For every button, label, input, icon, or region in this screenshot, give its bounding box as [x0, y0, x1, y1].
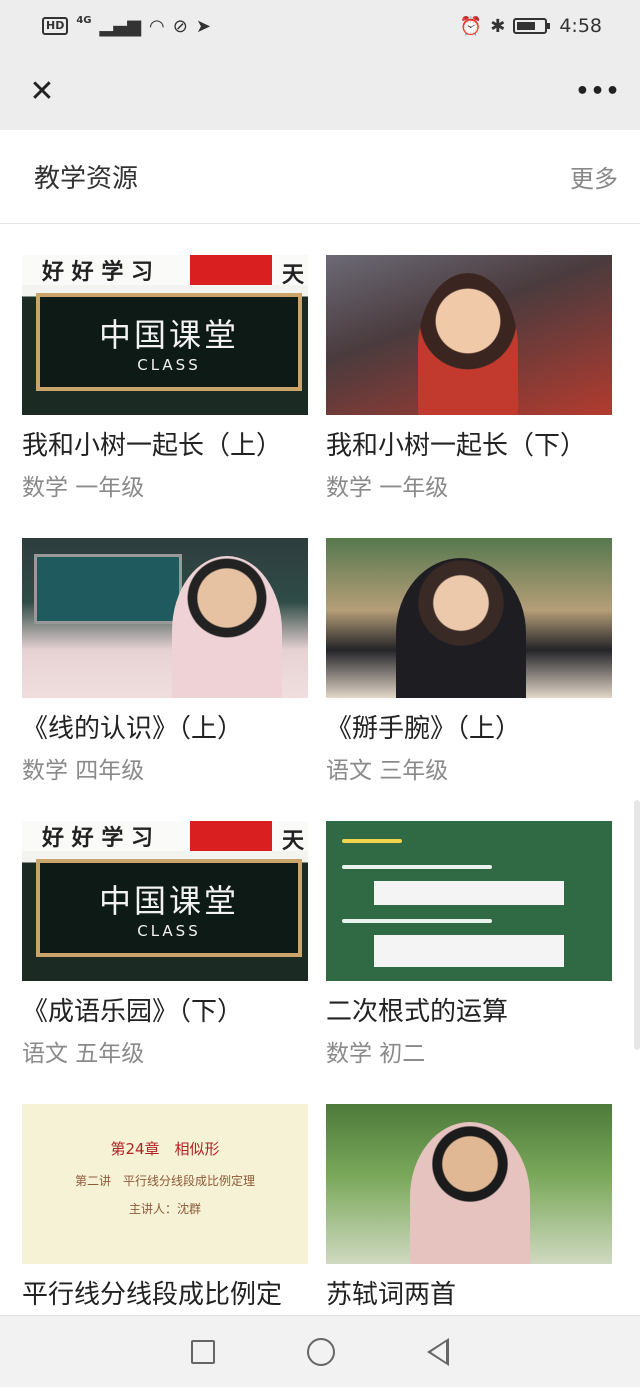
board-text-en: CLASS	[137, 356, 201, 374]
card-subtitle: 数学 一年级	[326, 475, 449, 501]
status-right: ⏰ ✱ 4:58	[460, 15, 602, 37]
card-title[interactable]: 《线的认识》（上）	[22, 712, 308, 746]
home-icon[interactable]	[307, 1337, 335, 1366]
flag-image	[190, 821, 272, 851]
board-image	[34, 554, 182, 624]
close-icon[interactable]: ✕	[22, 71, 62, 111]
card-subtitle: 数学 一年级	[22, 475, 145, 501]
video-thumbnail[interactable]: 好 好 学 习 天 中国课堂 CLASS	[22, 255, 308, 415]
card-subtitle: 语文 五年级	[22, 1041, 145, 1067]
card-title[interactable]: 二次根式的运算	[326, 995, 612, 1029]
thumb-board: 中国课堂 CLASS	[36, 859, 302, 957]
teacher-image	[172, 556, 282, 698]
section-title: 教学资源	[34, 164, 139, 194]
video-thumbnail[interactable]: 第24章 相似形 第二讲 平行线分线段成比例定理 主讲人：沈群	[22, 1104, 308, 1264]
status-left: HD 4G ▂▄▆ ◠ ⊘ ➤	[42, 14, 211, 37]
math-line	[342, 919, 492, 923]
video-thumbnail[interactable]	[326, 1104, 612, 1264]
teacher-image	[410, 1122, 530, 1264]
board-text: 中国课堂	[98, 882, 239, 920]
card-subtitle: 数学 四年级	[22, 758, 145, 784]
math-line	[342, 839, 402, 843]
hd-badge: HD	[42, 17, 69, 35]
resource-grid: 好 好 学 习 天 中国课堂 CLASS 我和小树一起长（上） 数学 一年级 我…	[22, 255, 612, 1387]
video-thumbnail[interactable]: 好 好 学 习 天 中国课堂 CLASS	[22, 821, 308, 981]
video-thumbnail[interactable]	[326, 821, 612, 981]
thumb-banner-tail: 天	[281, 263, 304, 288]
flag-image	[190, 255, 272, 285]
network-type: 4G	[76, 14, 92, 26]
resource-card[interactable]: 好 好 学 习 天 中国课堂 CLASS 我和小树一起长（上） 数学 一年级	[22, 255, 308, 538]
slide-speaker: 主讲人：沈群	[128, 1202, 201, 1216]
card-title[interactable]: 我和小树一起长（上）	[22, 429, 308, 463]
back-icon[interactable]	[427, 1337, 449, 1366]
card-title[interactable]: 《成语乐园》（下）	[22, 995, 308, 1029]
teacher-image	[418, 273, 518, 415]
video-thumbnail[interactable]	[22, 538, 308, 698]
section-header: 教学资源 更多	[0, 130, 640, 224]
bluetooth-icon: ✱	[490, 15, 506, 37]
battery-icon	[513, 18, 551, 34]
resource-card[interactable]: 二次根式的运算 数学 初二	[326, 821, 612, 1104]
card-title[interactable]: 苏轼词两首	[326, 1278, 612, 1312]
card-title[interactable]: 《掰手腕》（上）	[326, 712, 612, 746]
more-horizontal-icon[interactable]: •••	[575, 71, 619, 111]
card-subtitle: 语文 三年级	[326, 758, 449, 784]
alarm-icon: ⏰	[459, 15, 483, 37]
scrollbar[interactable]	[634, 800, 640, 1050]
resource-card[interactable]: 《掰手腕》（上） 语文 三年级	[326, 538, 612, 821]
board-text: 中国课堂	[98, 316, 239, 354]
mute-icon: ⊘	[172, 15, 188, 37]
card-subtitle: 数学 初二	[326, 1041, 426, 1067]
status-bar: HD 4G ▂▄▆ ◠ ⊘ ➤ ⏰ ✱ 4:58	[0, 0, 640, 52]
resource-card[interactable]: 好 好 学 习 天 中国课堂 CLASS 《成语乐园》（下） 语文 五年级	[22, 821, 308, 1104]
formula-box	[374, 881, 564, 905]
resource-card[interactable]: 我和小树一起长（下） 数学 一年级	[326, 255, 612, 538]
board-text-en: CLASS	[137, 922, 201, 940]
clock: 4:58	[559, 15, 602, 37]
nav-bar: ✕ •••	[0, 52, 640, 130]
card-title[interactable]: 我和小树一起长（下）	[326, 429, 612, 463]
thumb-board: 中国课堂 CLASS	[36, 293, 302, 391]
system-nav-bar	[0, 1315, 640, 1387]
card-title[interactable]: 平行线分线段成比例定	[22, 1278, 308, 1312]
formula-box	[374, 935, 564, 967]
math-line	[342, 865, 492, 869]
slide-chapter: 第24章 相似形	[110, 1140, 220, 1158]
thumb-banner-tail: 天	[281, 829, 304, 854]
signal-icon: ▂▄▆	[99, 15, 142, 37]
slide-lesson: 第二讲 平行线分线段成比例定理	[74, 1174, 255, 1188]
teacher-image	[396, 558, 526, 698]
wifi-icon: ◠	[149, 15, 165, 37]
location-icon: ➤	[195, 15, 211, 37]
video-thumbnail[interactable]	[326, 255, 612, 415]
resource-card[interactable]: 《线的认识》（上） 数学 四年级	[22, 538, 308, 821]
video-thumbnail[interactable]	[326, 538, 612, 698]
more-link[interactable]: 更多	[570, 159, 618, 194]
recent-apps-icon[interactable]	[191, 1339, 215, 1364]
